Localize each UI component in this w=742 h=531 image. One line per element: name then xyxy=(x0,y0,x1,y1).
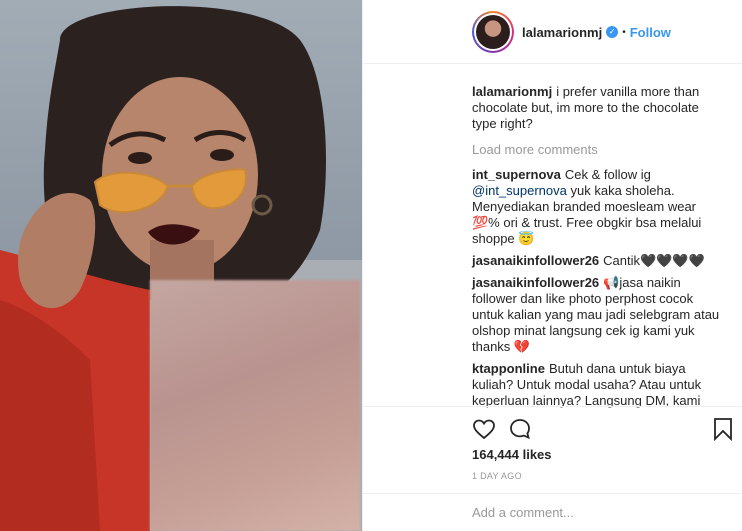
add-comment-input[interactable] xyxy=(472,505,712,520)
add-comment-form xyxy=(472,505,712,520)
load-more-comments-button[interactable]: Load more comments xyxy=(472,142,722,157)
comment-item: jasanaikinfollower26 Cantik🖤🖤🖤🖤 xyxy=(472,253,722,269)
post-header-bar: lalamarionmj ✓ • Follow xyxy=(472,11,671,53)
comment-item: jasanaikinfollower26 📢jasa naikin followe… xyxy=(472,275,722,355)
separator-dot: • xyxy=(622,26,626,38)
comment-mention-link[interactable]: @int_supernova xyxy=(472,183,567,198)
avatar-image xyxy=(476,15,510,49)
post-timestamp[interactable]: 1 DAY AGO xyxy=(472,471,522,481)
post-photo xyxy=(0,0,362,531)
heart-icon[interactable] xyxy=(472,417,496,441)
comment-bubble-icon[interactable] xyxy=(508,417,532,441)
avatar[interactable] xyxy=(472,11,514,53)
follow-button[interactable]: Follow xyxy=(630,25,671,40)
comment-username[interactable]: ktapponline xyxy=(472,361,545,376)
comment-text: Cantik🖤🖤🖤🖤 xyxy=(603,253,705,268)
comment-item: ktapponline Butuh dana untuk biaya kuliah… xyxy=(472,361,722,409)
verified-badge-icon: ✓ xyxy=(606,26,619,38)
comment-username[interactable]: jasanaikinfollower26 xyxy=(472,275,599,290)
comment-username[interactable]: int_supernova xyxy=(472,167,561,182)
comments-list: lalamarionmj i prefer vanilla more than c… xyxy=(472,78,722,415)
divider xyxy=(362,493,742,494)
caption-username[interactable]: lalamarionmj xyxy=(472,84,552,99)
comment-username[interactable]: jasanaikinfollower26 xyxy=(472,253,599,268)
comment-text-pre: Cek & follow ig xyxy=(564,167,651,182)
likes-count[interactable]: 164,444 likes xyxy=(472,447,552,462)
comment-item: int_supernova Cek & follow ig @int_supern… xyxy=(472,167,722,247)
bookmark-icon[interactable] xyxy=(712,417,734,441)
action-bar xyxy=(472,416,734,442)
header-username[interactable]: lalamarionmj xyxy=(522,25,602,40)
caption: lalamarionmj i prefer vanilla more than c… xyxy=(472,84,722,132)
blurred-region xyxy=(150,280,360,531)
divider xyxy=(362,406,742,407)
